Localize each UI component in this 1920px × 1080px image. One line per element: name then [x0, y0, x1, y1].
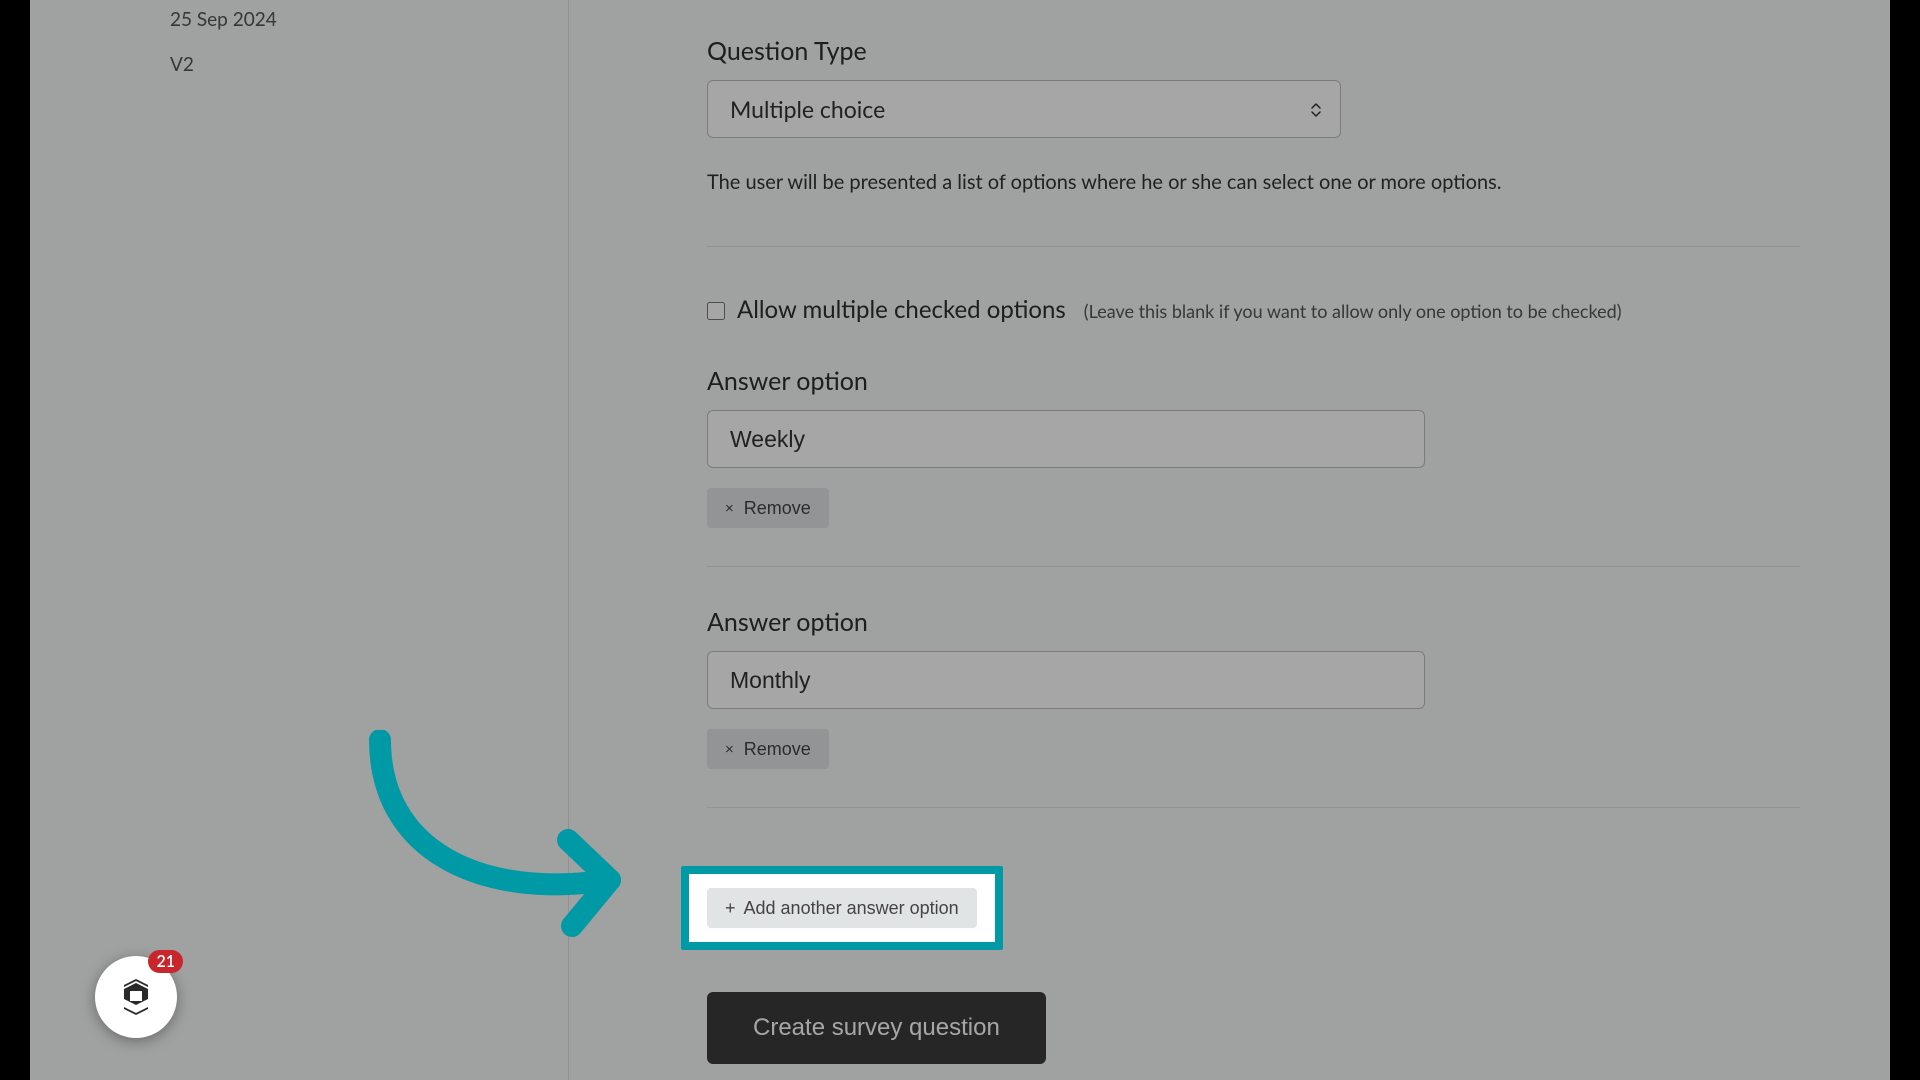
- main-content: Question Type Multiple choice The user w…: [569, 0, 1890, 1080]
- question-type-select[interactable]: Multiple choice: [707, 80, 1341, 138]
- widget-badge: 21: [148, 950, 183, 973]
- remove-label: Remove: [744, 739, 811, 760]
- answer-option-label: Answer option: [707, 607, 1800, 637]
- allow-multiple-hint: (Leave this blank if you want to allow o…: [1084, 300, 1622, 322]
- answer-option-label: Answer option: [707, 366, 1800, 396]
- add-option-button[interactable]: + Add another answer option: [707, 888, 977, 928]
- create-question-label: Create survey question: [753, 1014, 1000, 1042]
- widget-logo-icon: [114, 975, 158, 1019]
- plus-icon: +: [725, 898, 736, 919]
- answer-option-input[interactable]: [707, 651, 1425, 709]
- help-widget-button[interactable]: 21: [95, 956, 177, 1038]
- question-type-label: Question Type: [707, 36, 1800, 66]
- allow-multiple-row: Allow multiple checked options (Leave th…: [707, 295, 1800, 324]
- close-icon: ×: [725, 741, 734, 758]
- question-type-help: The user will be presented a list of opt…: [707, 168, 1800, 196]
- section-divider: [707, 246, 1800, 247]
- sidebar: 25 Sep 2024 V2: [30, 0, 568, 1080]
- remove-option-button[interactable]: × Remove: [707, 488, 829, 528]
- answer-option-input[interactable]: [707, 410, 1425, 468]
- answer-option-block: Answer option × Remove: [707, 366, 1800, 528]
- create-question-button[interactable]: Create survey question: [707, 992, 1046, 1064]
- remove-option-button[interactable]: × Remove: [707, 729, 829, 769]
- allow-multiple-label: Allow multiple checked options: [737, 295, 1066, 324]
- sidebar-date: 25 Sep 2024: [170, 8, 568, 31]
- close-icon: ×: [725, 500, 734, 517]
- question-type-value: Multiple choice: [730, 95, 885, 123]
- app-frame: 25 Sep 2024 V2 Question Type Multiple ch…: [30, 0, 1890, 1080]
- remove-label: Remove: [744, 498, 811, 519]
- add-option-label: Add another answer option: [744, 898, 959, 919]
- option-divider: [707, 566, 1800, 567]
- allow-multiple-checkbox[interactable]: [707, 302, 725, 320]
- option-divider: [707, 807, 1800, 808]
- sidebar-version: V2: [170, 53, 568, 76]
- answer-option-block: Answer option × Remove: [707, 607, 1800, 769]
- tutorial-highlight: + Add another answer option: [681, 866, 1003, 950]
